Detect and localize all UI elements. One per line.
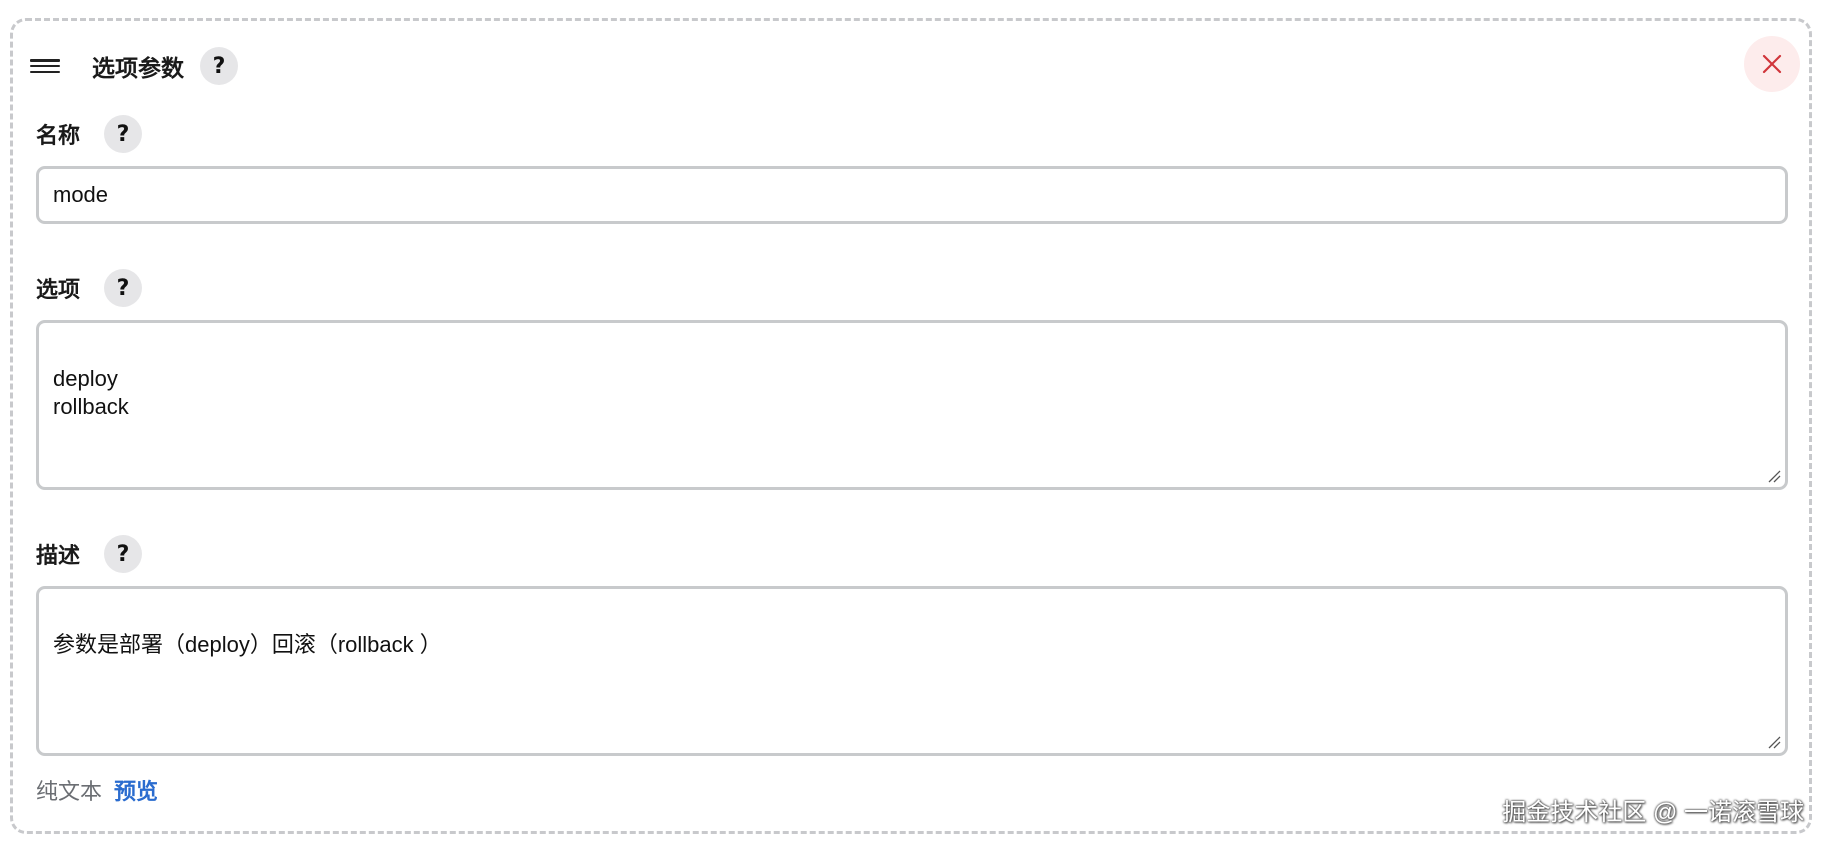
choices-help-icon[interactable]: ? <box>104 269 143 307</box>
description-help-icon[interactable]: ? <box>104 535 143 573</box>
format-toggle: 纯文本 预览 <box>36 774 158 806</box>
drag-handle-icon[interactable] <box>30 55 60 77</box>
close-button[interactable] <box>1744 36 1800 92</box>
description-textarea[interactable]: 参数是部署（deploy）回滚（rollback ） <box>36 586 1788 756</box>
description-label-row: 描述 ? <box>36 534 143 574</box>
panel-title: 选项参数 <box>92 55 184 81</box>
help-icon[interactable]: ? <box>200 47 238 85</box>
choices-text: deploy rollback <box>53 366 129 419</box>
name-label-row: 名称 ? <box>36 114 143 154</box>
close-icon <box>1762 54 1782 74</box>
name-help-icon[interactable]: ? <box>104 115 143 153</box>
watermark: 掘金技术社区 @ 一诺滚雪球 <box>1502 799 1804 826</box>
resize-handle-icon[interactable] <box>1767 469 1781 483</box>
resize-handle-icon[interactable] <box>1767 735 1781 749</box>
panel-header: 选项参数 ? <box>30 46 238 86</box>
description-label: 描述 <box>36 543 81 568</box>
description-text: 参数是部署（deploy）回滚（rollback ） <box>53 632 442 657</box>
plain-text-label: 纯文本 <box>36 779 103 804</box>
name-label: 名称 <box>36 123 81 148</box>
choices-label-row: 选项 ? <box>36 268 143 308</box>
preview-link[interactable]: 预览 <box>114 774 158 806</box>
choices-label: 选项 <box>36 277 81 302</box>
name-input[interactable]: mode <box>36 166 1788 224</box>
choices-textarea[interactable]: deploy rollback <box>36 320 1788 490</box>
